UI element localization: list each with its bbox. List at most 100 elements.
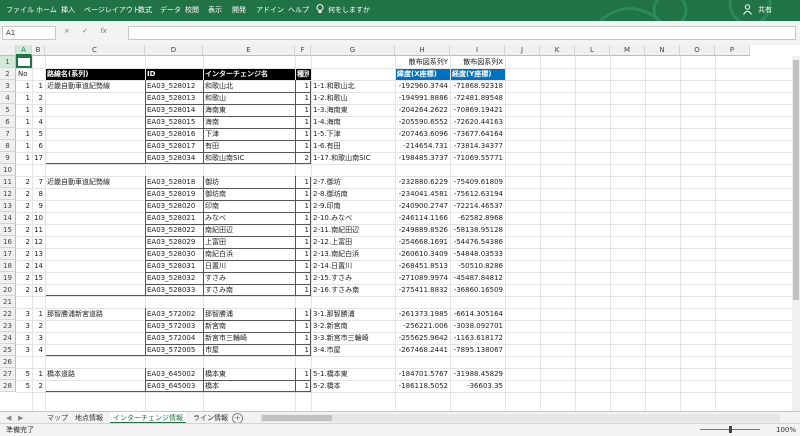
row-header-16[interactable]: 16 [0,236,16,248]
column-header-c[interactable]: C [45,45,145,56]
column-header-m[interactable]: M [610,45,645,56]
cell-group-no: 5 [25,370,30,378]
zoom-slider-thumb[interactable] [729,426,732,433]
cell-lon: -72620.44163 [453,118,503,126]
vertical-scroll-thumb[interactable] [793,60,799,300]
cell-lon: -7895.138067 [453,346,503,354]
gridline-vertical [680,56,681,411]
row-header-8[interactable]: 8 [0,140,16,152]
cell-seq-no: 2 [38,94,43,102]
tab-page-layout[interactable]: ページレイアウト [84,5,140,15]
row-header-22[interactable]: 22 [0,308,16,320]
cell-id: EA03_528012 [147,82,196,90]
cell-id: EA03_645002 [147,370,196,378]
row-header-13[interactable]: 13 [0,200,16,212]
row-header-10[interactable]: 10 [0,164,16,176]
row-header-25[interactable]: 25 [0,344,16,356]
column-header-e[interactable]: E [203,45,295,56]
zoom-level[interactable]: 100% [776,424,796,436]
column-header-l[interactable]: L [575,45,610,56]
cell-label: 3-1.那智勝浦 [313,310,355,318]
cell-lat: -254668.1691 [398,238,448,246]
tab-formulas[interactable]: 数式 [138,5,152,15]
cell-lat: -260610.3409 [398,250,448,258]
row-header-1[interactable]: 1 [0,56,16,68]
column-header-h[interactable]: H [395,45,450,56]
row-header-14[interactable]: 14 [0,212,16,224]
row-header-23[interactable]: 23 [0,320,16,332]
cell-lon: -73677.64164 [453,130,503,138]
row-header-3[interactable]: 3 [0,80,16,92]
row-header-28[interactable]: 28 [0,380,16,392]
cell-lon: -58138.95128 [453,226,503,234]
tab-addins[interactable]: アドイン [256,5,284,15]
column-header-i[interactable]: I [450,45,505,56]
cell-ic-name: 印南 [205,202,219,210]
share-button[interactable]: 共有 [758,5,772,15]
cancel-icon[interactable]: × [64,27,70,35]
row-header-5[interactable]: 5 [0,104,16,116]
header-lon: 経度(Y座標) [452,70,492,78]
row-header-11[interactable]: 11 [0,176,16,188]
name-box[interactable]: A1 [2,26,56,40]
cell-id: EA03_645003 [147,382,196,390]
row-header-20[interactable]: 20 [0,284,16,296]
row-header-18[interactable]: 18 [0,260,16,272]
column-header-p[interactable]: P [715,45,750,56]
formula-input[interactable] [128,26,796,40]
tab-developer[interactable]: 開発 [232,5,246,15]
worksheet-grid[interactable]: A B C D E F G H I J K L M N O P 1 2 3 4 5 6 7 8 9 10 11 12 13 14 15 16 1… [0,45,800,411]
column-header-f[interactable]: F [295,45,311,56]
select-all-corner[interactable] [0,45,16,56]
row-header-4[interactable]: 4 [0,92,16,104]
enter-icon[interactable]: ✓ [82,27,88,35]
column-header-k[interactable]: K [540,45,575,56]
tab-insert[interactable]: 挿入 [61,5,75,15]
tab-file[interactable]: ファイル [6,5,34,15]
tab-home[interactable]: ホーム [36,5,57,15]
tab-view[interactable]: 表示 [208,5,222,15]
row-header-6[interactable]: 6 [0,116,16,128]
tab-data[interactable]: データ [160,5,181,15]
cell-group-no: 5 [25,382,30,390]
tell-me-search[interactable]: 何をしますか [328,5,370,15]
row-header-27[interactable]: 27 [0,368,16,380]
fx-icon[interactable]: fx [100,27,107,35]
cell-lat: -271089.9974 [398,274,448,282]
row-header-9[interactable]: 9 [0,152,16,164]
row-header-17[interactable]: 17 [0,248,16,260]
tab-review[interactable]: 校閲 [185,5,199,15]
column-header-o[interactable]: O [680,45,715,56]
column-header-d[interactable]: D [145,45,203,56]
cell-lat: -234041.4581 [398,190,448,198]
row-header-2[interactable]: 2 [0,68,16,80]
tab-help[interactable]: ヘルプ [288,5,309,15]
cell-label: 2-7.御坊 [313,178,341,186]
row-header-15[interactable]: 15 [0,224,16,236]
row-header-7[interactable]: 7 [0,128,16,140]
cell-group-no: 2 [25,178,30,186]
cell-kind: 1 [304,202,309,210]
row-header-19[interactable]: 19 [0,272,16,284]
column-header-a[interactable]: A [16,45,32,56]
cell-ic-name: 下津 [205,130,219,138]
gridline-vertical [610,56,611,411]
column-header-g[interactable]: G [311,45,395,56]
cell-kind: 1 [304,118,309,126]
cell-ic-name: 橋本 [205,382,219,390]
column-header-n[interactable]: N [645,45,680,56]
column-header-b[interactable]: B [32,45,45,56]
group-border-row [145,200,311,201]
gridline-horizontal [16,392,800,393]
cell-lat: -267468.2441 [398,346,448,354]
cell-seq-no: 7 [38,178,43,186]
horizontal-scroll-thumb[interactable] [262,415,332,421]
selected-cell-a1[interactable] [16,56,32,68]
cell-group-no: 1 [25,154,30,162]
row-header-24[interactable]: 24 [0,332,16,344]
row-header-21[interactable]: 21 [0,296,16,308]
row-header-26[interactable]: 26 [0,356,16,368]
column-header-j[interactable]: J [505,45,540,56]
horizontal-scrollbar[interactable] [260,414,780,422]
row-header-12[interactable]: 12 [0,188,16,200]
